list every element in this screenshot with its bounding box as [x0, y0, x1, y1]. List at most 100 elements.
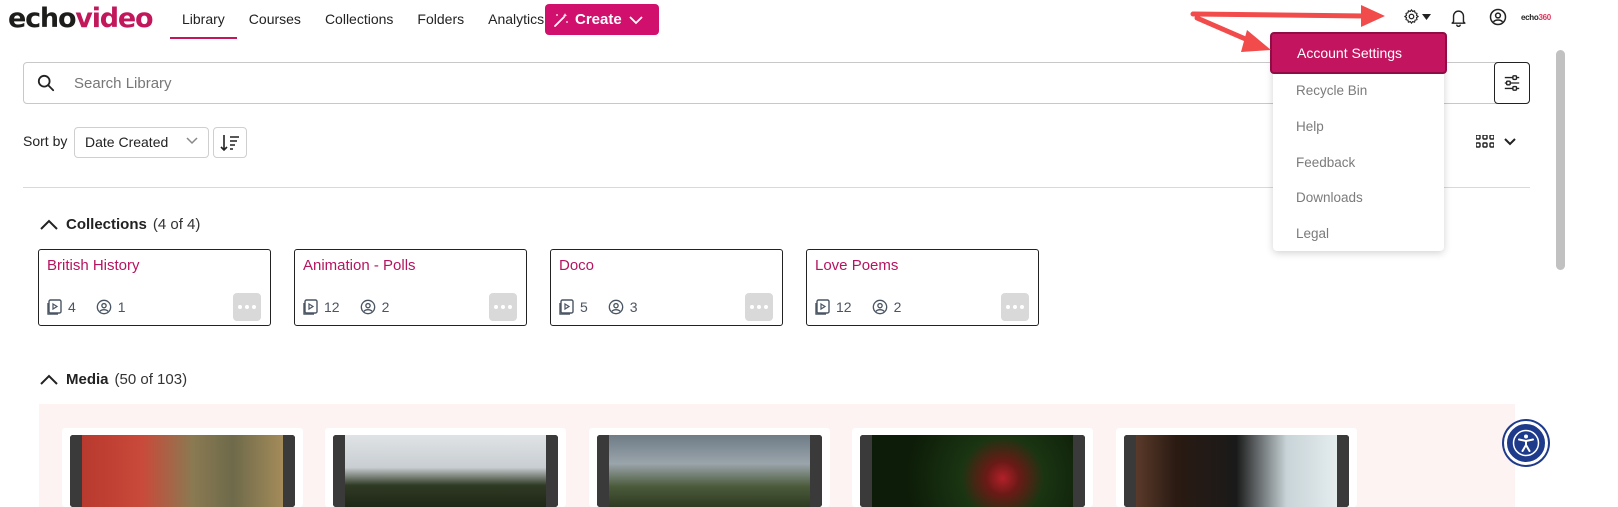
- menu-item-legal[interactable]: Legal: [1296, 226, 1329, 241]
- sort-select[interactable]: Date Created: [74, 127, 209, 158]
- thumbnail-image: [345, 435, 546, 507]
- echo360-brand: echo360: [1521, 13, 1551, 22]
- dot: [764, 305, 768, 309]
- view-mode-toggle[interactable]: [1476, 135, 1516, 148]
- collection-title[interactable]: British History: [47, 257, 140, 274]
- media-card[interactable]: [589, 428, 830, 507]
- thumbnail-image: [1136, 435, 1337, 507]
- collection-title[interactable]: Animation - Polls: [303, 257, 416, 274]
- menu-item-recycle-bin[interactable]: Recycle Bin: [1296, 83, 1367, 98]
- gear-icon: [1404, 9, 1419, 24]
- bell-icon: [1451, 10, 1466, 28]
- collection-card[interactable]: Doco 5 3: [550, 249, 783, 326]
- collection-meta: 12 2: [815, 299, 921, 315]
- media-card[interactable]: [325, 428, 566, 507]
- user-count: 2: [893, 299, 902, 315]
- sliders-icon: [1504, 75, 1520, 91]
- media-library-icon: [303, 299, 318, 315]
- media-thumbnail[interactable]: [1124, 435, 1349, 507]
- user-count: 2: [381, 299, 390, 315]
- thumbnail-letterbox: [1124, 435, 1136, 507]
- media-thumbnail[interactable]: [70, 435, 295, 507]
- sort-descending-icon: [220, 134, 239, 151]
- thumbnail-letterbox: [597, 435, 609, 507]
- thumbnail-letterbox: [546, 435, 558, 507]
- notifications-button[interactable]: [1450, 8, 1467, 32]
- page-scrollbar[interactable]: [1556, 50, 1565, 270]
- user-count: 3: [629, 299, 638, 315]
- media-section-toggle[interactable]: Media (50 of 103): [40, 371, 187, 388]
- dot: [252, 305, 256, 309]
- media-thumbnail[interactable]: [860, 435, 1085, 507]
- chevron-down-icon: [1504, 137, 1516, 145]
- collection-title[interactable]: Doco: [559, 257, 594, 274]
- logo-echo-text: echo: [8, 3, 77, 34]
- media-count: 4: [68, 299, 76, 315]
- thumbnail-image: [609, 435, 810, 507]
- user-profile-button[interactable]: [1489, 8, 1507, 31]
- grid-view-icon: [1476, 135, 1494, 148]
- media-library-icon: [47, 299, 62, 315]
- settings-menu-toggle[interactable]: [1403, 8, 1431, 25]
- dot: [1006, 305, 1010, 309]
- media-card[interactable]: [1116, 428, 1357, 507]
- thumbnail-letterbox: [860, 435, 872, 507]
- menu-item-feedback[interactable]: Feedback: [1296, 155, 1355, 170]
- sort-selected-value: Date Created: [85, 134, 169, 150]
- collections-count: (4 of 4): [152, 216, 201, 233]
- collection-card[interactable]: Love Poems 12 2: [806, 249, 1039, 326]
- filter-button[interactable]: [1494, 62, 1530, 104]
- accessibility-button[interactable]: [1504, 421, 1548, 465]
- dot: [494, 305, 498, 309]
- nav-folders[interactable]: Folders: [405, 0, 476, 39]
- create-label: Create: [575, 11, 622, 28]
- thumbnail-image: [82, 435, 283, 507]
- accessibility-icon: [1512, 429, 1540, 457]
- thumbnail-letterbox: [810, 435, 822, 507]
- user-icon: [872, 299, 887, 315]
- media-count: 5: [580, 299, 588, 315]
- dot: [1013, 305, 1017, 309]
- search-input[interactable]: [74, 71, 1274, 95]
- dot: [750, 305, 754, 309]
- media-thumbnail[interactable]: [333, 435, 558, 507]
- collections-title: Collections: [66, 216, 147, 233]
- media-thumbnail[interactable]: [597, 435, 822, 507]
- user-icon: [1489, 8, 1507, 26]
- brand-small-a: echo: [1521, 13, 1539, 22]
- collections-section-toggle[interactable]: Collections (4 of 4): [40, 216, 200, 233]
- user-icon: [360, 299, 375, 315]
- search-icon[interactable]: [37, 74, 55, 92]
- chevron-up-icon: [40, 219, 58, 230]
- media-card[interactable]: [852, 428, 1093, 507]
- thumbnail-letterbox: [283, 435, 295, 507]
- more-options-button[interactable]: [233, 293, 261, 321]
- collection-card[interactable]: Animation - Polls 12 2: [294, 249, 527, 326]
- thumbnail-letterbox: [333, 435, 345, 507]
- media-library-icon: [559, 299, 574, 315]
- thumbnail-letterbox: [1073, 435, 1085, 507]
- nav-courses[interactable]: Courses: [237, 0, 313, 39]
- dot: [757, 305, 761, 309]
- dot: [1020, 305, 1024, 309]
- chevron-down-icon: [186, 137, 198, 145]
- create-button[interactable]: Create: [545, 4, 659, 35]
- more-options-button[interactable]: [489, 293, 517, 321]
- collection-meta: 5 3: [559, 299, 658, 315]
- collection-title[interactable]: Love Poems: [815, 257, 898, 274]
- more-options-button[interactable]: [1001, 293, 1029, 321]
- sort-direction-button[interactable]: [213, 127, 247, 158]
- menu-item-account-settings[interactable]: Account Settings: [1270, 32, 1447, 74]
- user-count: 1: [117, 299, 126, 315]
- chevron-up-icon: [40, 374, 58, 385]
- nav-library[interactable]: Library: [170, 0, 237, 39]
- collection-card[interactable]: British History 4 1: [38, 249, 271, 326]
- more-options-button[interactable]: [745, 293, 773, 321]
- nav-collections[interactable]: Collections: [313, 0, 405, 39]
- media-card[interactable]: [62, 428, 303, 507]
- media-count: 12: [324, 299, 340, 315]
- menu-item-help[interactable]: Help: [1296, 119, 1324, 134]
- menu-item-downloads[interactable]: Downloads: [1296, 190, 1363, 205]
- echovideo-logo[interactable]: echovideo: [8, 2, 154, 36]
- media-count: 12: [836, 299, 852, 315]
